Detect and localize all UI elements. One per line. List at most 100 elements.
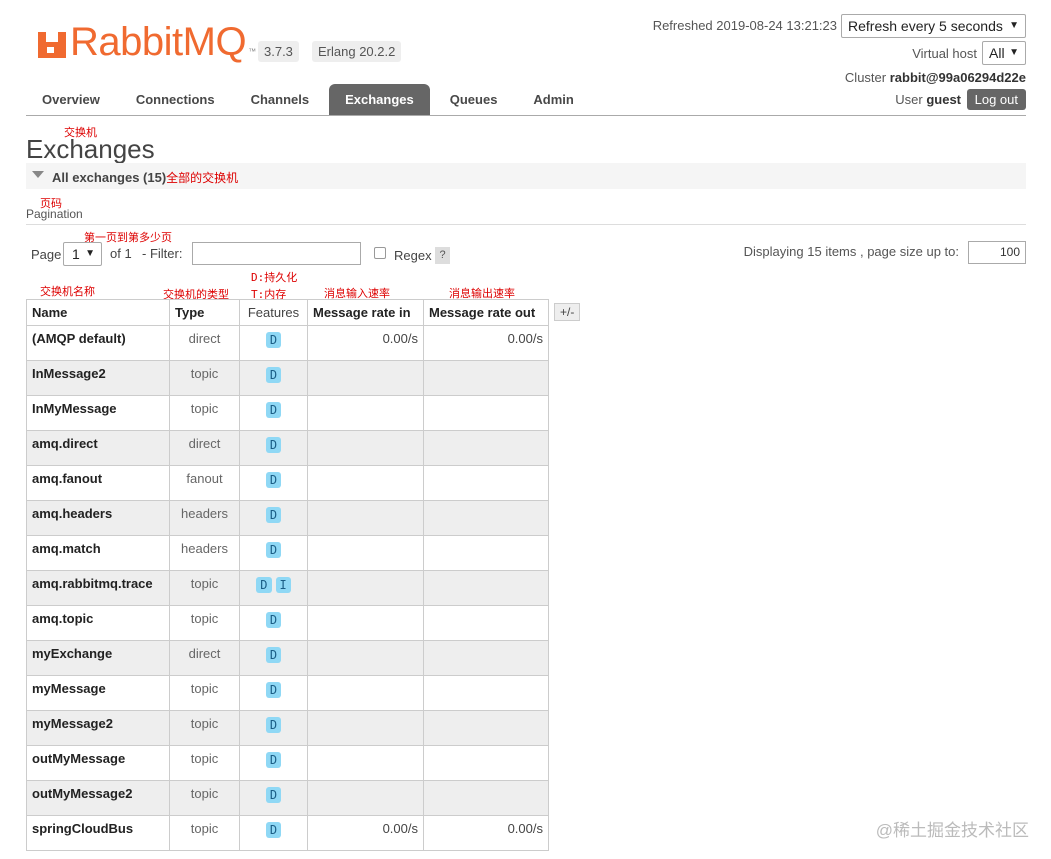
message-rate-in [307,500,424,536]
feature-badge: D [265,822,282,838]
feature-badge: D [265,542,282,558]
pagination-divider [26,224,1026,225]
refresh-interval-select[interactable]: Refresh every 5 seconds ▼ [841,14,1026,38]
regex-label: Regex [394,248,432,263]
dropdown-arrow-icon: ▼ [1009,20,1019,31]
message-rate-out [423,465,549,501]
virtual-host-value: All [989,45,1005,61]
table-row[interactable]: (AMQP default) direct D 0.00/s 0.00/s [26,325,549,361]
tab-queues[interactable]: Queues [434,84,514,116]
filter-input[interactable] [192,242,361,265]
virtual-host-select[interactable]: All ▼ [982,41,1026,65]
exchange-features: D [239,605,308,641]
pagination-heading: Pagination [26,207,83,221]
column-header-rate-in[interactable]: Message rate in [307,299,424,326]
exchange-name-link[interactable]: amq.headers [26,500,170,536]
message-rate-in [307,780,424,816]
annotation-all: 全部的交换机 [166,171,239,185]
exchange-type: direct [169,640,240,676]
rabbit-logo-icon [38,26,66,58]
exchanges-table: Name Type Features Message rate in Messa… [26,299,549,851]
exchange-name-link[interactable]: amq.direct [26,430,170,466]
feature-badge: D [265,402,282,418]
tab-exchanges[interactable]: Exchanges [329,84,430,116]
exchange-name-link[interactable]: InMessage2 [26,360,170,396]
feature-badge: D [265,472,282,488]
feature-badge: D [265,682,282,698]
message-rate-out: 0.00/s [423,325,549,361]
tab-connections[interactable]: Connections [120,84,231,116]
page-title: Exchanges [26,134,155,164]
exchange-features: D [239,780,308,816]
exchange-name-link[interactable]: amq.match [26,535,170,571]
exchange-features: D [239,710,308,746]
exchange-name-link[interactable]: myMessage [26,675,170,711]
exchange-name-link[interactable]: amq.fanout [26,465,170,501]
column-header-type[interactable]: Type [169,299,240,326]
exchange-features: D [239,815,308,851]
column-header-rate-out[interactable]: Message rate out [423,299,549,326]
tabs-divider [26,115,1026,116]
cluster-info: Cluster rabbit@99a06294d22e [845,70,1026,85]
message-rate-out [423,640,549,676]
message-rate-out [423,500,549,536]
table-row[interactable]: outMyMessage2 topic D [26,780,549,816]
feature-badge: I [275,577,291,593]
collapse-triangle-icon[interactable] [32,171,44,178]
exchange-name-link[interactable]: (AMQP default) [26,325,170,361]
message-rate-out [423,395,549,431]
table-row[interactable]: amq.match headers D [26,535,549,571]
page-select[interactable]: 1 ▼ [63,242,102,266]
table-row[interactable]: myMessage2 topic D [26,710,549,746]
table-row[interactable]: myExchange direct D [26,640,549,676]
message-rate-in [307,395,424,431]
table-row[interactable]: springCloudBus topic D 0.00/s 0.00/s [26,815,549,851]
exchange-name-link[interactable]: amq.rabbitmq.trace [26,570,170,606]
exchange-name-link[interactable]: myMessage2 [26,710,170,746]
table-row[interactable]: amq.fanout fanout D [26,465,549,501]
regex-help-icon[interactable]: ? [435,247,450,264]
exchange-name-link[interactable]: outMyMessage2 [26,780,170,816]
main-nav-tabs: Overview Connections Channels Exchanges … [26,84,594,116]
user-label: User [895,92,923,107]
table-row[interactable]: InMyMessage topic D [26,395,549,431]
exchange-type: direct [169,430,240,466]
table-row[interactable]: InMessage2 topic D [26,360,549,396]
all-exchanges-label[interactable]: All exchanges (15)全部的交换机 [52,169,238,186]
exchange-name-link[interactable]: amq.topic [26,605,170,641]
table-row[interactable]: amq.rabbitmq.trace topic D I [26,570,549,606]
feature-badge: D [265,332,282,348]
tab-channels[interactable]: Channels [235,84,326,116]
regex-checkbox[interactable] [374,247,386,259]
logout-button[interactable]: Log out [966,89,1026,110]
exchange-features: DI [239,570,308,606]
table-row[interactable]: myMessage topic D [26,675,549,711]
feature-badge: D [265,367,282,383]
table-row[interactable]: amq.direct direct D [26,430,549,466]
exchange-features: D [239,675,308,711]
table-row[interactable]: outMyMessage topic D [26,745,549,781]
message-rate-out [423,710,549,746]
user-info: User guest [895,92,961,107]
tab-admin[interactable]: Admin [517,84,589,116]
table-row[interactable]: amq.headers headers D [26,500,549,536]
rabbitmq-logo[interactable]: RabbitMQ ™ [38,20,256,64]
tab-overview[interactable]: Overview [26,84,116,116]
message-rate-out [423,535,549,571]
exchange-type: topic [169,570,240,606]
exchange-name-link[interactable]: outMyMessage [26,745,170,781]
table-row[interactable]: amq.topic topic D [26,605,549,641]
exchange-type: topic [169,745,240,781]
exchange-name-link[interactable]: myExchange [26,640,170,676]
column-header-name[interactable]: Name [26,299,170,326]
message-rate-out [423,605,549,641]
cluster-label: Cluster [844,70,887,85]
column-toggle-button[interactable]: +/- [554,303,581,321]
exchange-name-link[interactable]: InMyMessage [26,395,170,431]
exchange-name-link[interactable]: springCloudBus [26,815,170,851]
message-rate-out [423,675,549,711]
page-size-input[interactable]: 100 [968,241,1026,264]
exchange-type: topic [169,605,240,641]
message-rate-in: 0.00/s [307,815,424,851]
feature-badge: D [265,787,282,803]
